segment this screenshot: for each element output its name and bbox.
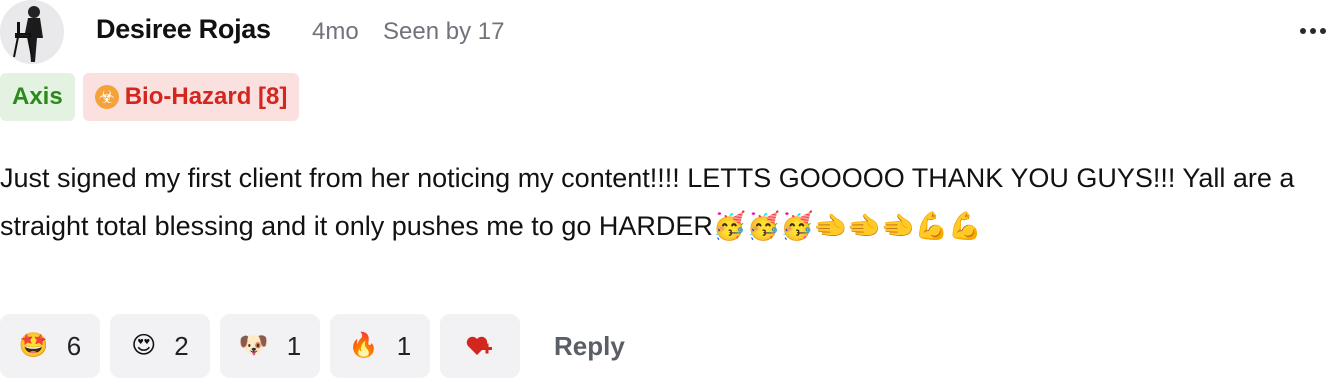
reaction-count: 6 [66,330,82,361]
dot-icon [1320,28,1326,34]
tag-label: Axis [12,83,63,110]
author-name[interactable]: Desiree Rojas [96,14,271,45]
tag-list: Axis ☣ Bio-Hazard [8] [0,73,300,121]
seen-by-count[interactable]: Seen by 17 [383,18,504,46]
tag-bio-hazard[interactable]: ☣ Bio-Hazard [8] [82,73,300,121]
post-body: Just signed my first client from her not… [0,163,1295,241]
reaction-doge[interactable]: 🐶 1 [220,314,320,378]
heart-plus-icon [466,336,492,355]
reaction-count: 1 [396,330,412,361]
doge-emoji-icon: 🐶 [238,332,269,359]
heart-eyes-emoji-icon: 😍 [131,332,157,359]
reply-button[interactable]: Reply [554,331,625,362]
reaction-bar: 🤩 6 😍 2 🐶 1 🔥 1 Reply [0,314,625,378]
add-reaction-button[interactable] [440,314,520,378]
dot-icon [1310,28,1316,34]
more-options-button[interactable] [1300,22,1326,40]
avatar-image [0,0,64,64]
biohazard-icon: ☣ [94,85,119,109]
fire-emoji-icon: 🔥 [348,332,379,359]
reaction-fire[interactable]: 🔥 1 [330,314,430,378]
dot-icon [1300,28,1306,34]
star-struck-emoji-icon: 🤩 [18,332,49,359]
tag-label: Bio-Hazard [8] [124,83,288,110]
reaction-count: 2 [174,330,189,361]
avatar[interactable] [0,0,64,64]
tag-axis[interactable]: Axis [0,73,75,121]
reaction-heart-eyes[interactable]: 😍 2 [110,314,210,378]
reaction-star-struck[interactable]: 🤩 6 [0,314,100,378]
post-time: 4mo [312,18,359,45]
reaction-count: 1 [286,330,302,361]
